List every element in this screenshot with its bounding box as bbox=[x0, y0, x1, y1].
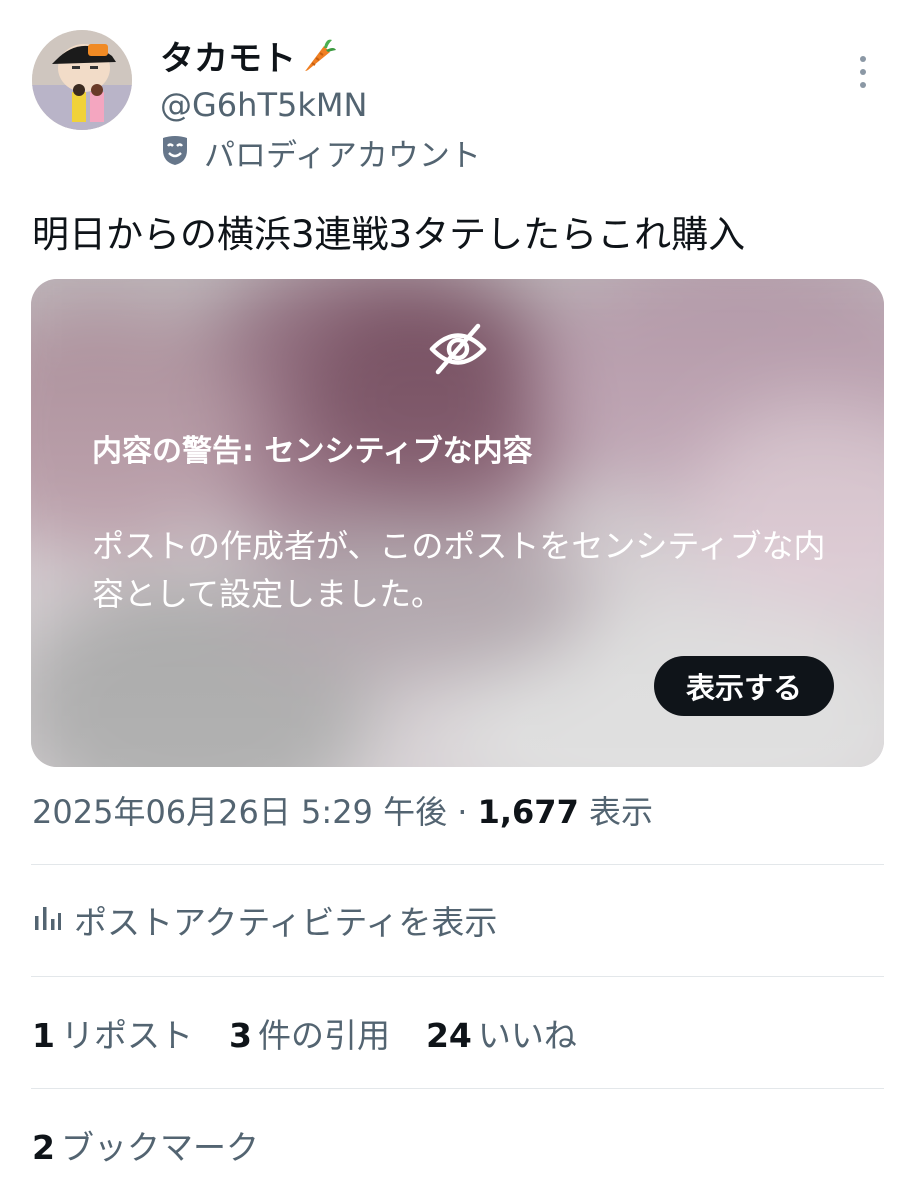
handle[interactable]: @G6hT5kMN bbox=[160, 84, 367, 126]
display-name-text: タカモト bbox=[160, 39, 296, 79]
likes-stat[interactable]: 24 いいね bbox=[426, 1013, 577, 1059]
view-post-activity-link[interactable]: ポストアクティビティを表示 bbox=[32, 900, 497, 946]
reposts-count: 1 bbox=[32, 1016, 55, 1055]
bookmarks-count: 2 bbox=[32, 1128, 55, 1167]
display-name[interactable]: タカモト bbox=[160, 36, 336, 85]
eye-slash-icon bbox=[428, 322, 488, 380]
parody-badge[interactable]: パロディアカウント bbox=[160, 134, 481, 177]
divider bbox=[31, 864, 884, 865]
views-count: 1,677 bbox=[477, 793, 579, 831]
activity-label: ポストアクティビティを表示 bbox=[74, 903, 498, 942]
meta-separator: · bbox=[457, 793, 468, 831]
reposts-label: リポスト bbox=[60, 1016, 193, 1055]
views-label: 表示 bbox=[589, 793, 654, 831]
warning-title: 内容の警告: センシティブな内容 bbox=[92, 434, 533, 469]
likes-label: いいね bbox=[477, 1016, 577, 1055]
reposts-stat[interactable]: 1 リポスト bbox=[32, 1013, 193, 1059]
dot-icon bbox=[860, 69, 866, 75]
quotes-count: 3 bbox=[228, 1016, 252, 1055]
divider bbox=[31, 1088, 884, 1089]
carrot-icon bbox=[300, 36, 336, 85]
likes-count: 24 bbox=[425, 1016, 472, 1055]
parody-label: パロディアカウント bbox=[204, 137, 481, 174]
quotes-stat[interactable]: 3 件の引用 bbox=[229, 1013, 390, 1059]
dot-icon bbox=[860, 56, 866, 62]
post-detail: タカモト @G6hT5kMN パロディアカウント 明日からの横浜3連戦3タテした bbox=[0, 0, 915, 1200]
divider bbox=[31, 976, 884, 977]
avatar-image bbox=[32, 30, 132, 130]
dot-icon bbox=[860, 82, 866, 88]
theater-mask-icon bbox=[160, 134, 190, 177]
bookmarks-label: ブックマーク bbox=[60, 1128, 259, 1167]
post-text: 明日からの横浜3連戦3タテしたらこれ購入 bbox=[32, 213, 746, 256]
timestamp[interactable]: 2025年06月26日 5:29 午後 bbox=[32, 793, 447, 831]
post-meta: 2025年06月26日 5:29 午後 · 1,677 表示 bbox=[32, 790, 653, 834]
analytics-icon bbox=[32, 900, 62, 946]
quotes-label: 件の引用 bbox=[257, 1016, 390, 1055]
engagement-stats: 1 リポスト 3 件の引用 24 いいね bbox=[32, 1013, 577, 1059]
avatar[interactable] bbox=[32, 30, 132, 130]
more-options-button[interactable] bbox=[848, 52, 878, 92]
warning-body: ポストの作成者が、このポストをセンシティブな内容として設定しました。 bbox=[92, 527, 826, 613]
show-media-button[interactable]: 表示する bbox=[654, 656, 834, 716]
bookmarks-stat[interactable]: 2 ブックマーク bbox=[32, 1125, 259, 1171]
